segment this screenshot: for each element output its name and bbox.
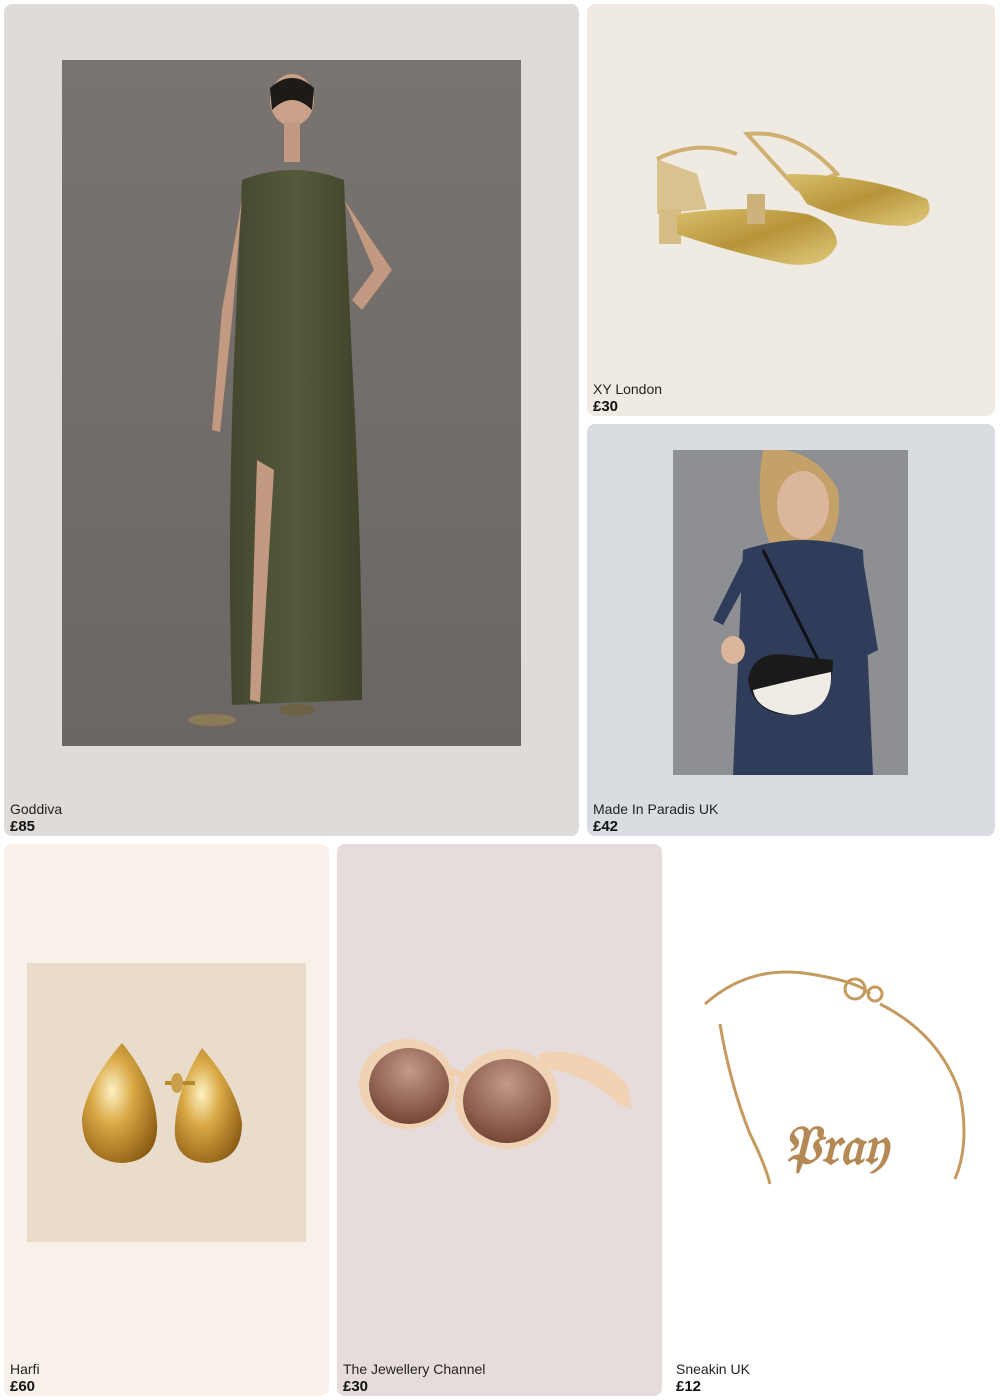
product-image <box>357 1024 642 1174</box>
product-image <box>637 114 947 284</box>
product-brand: Sneakin UK <box>676 1361 750 1377</box>
product-info: Harfi £60 <box>10 1361 40 1396</box>
bracelet-charm-glyph: 𝔓𝔯𝔞𝔶 <box>782 1113 891 1177</box>
product-price: £42 <box>593 818 619 835</box>
product-brand: Goddiva <box>10 801 63 817</box>
product-price: £12 <box>676 1378 702 1395</box>
product-card-the-jewellery-channel[interactable]: The Jewellery Channel £30 <box>337 844 662 1396</box>
product-price: £30 <box>593 398 619 415</box>
product-info: Sneakin UK £12 <box>676 1361 750 1396</box>
product-info: Goddiva £85 <box>10 801 62 836</box>
product-info: Made In Paradis UK £42 <box>593 801 718 836</box>
product-info: XY London £30 <box>593 381 662 416</box>
product-price: £85 <box>10 818 36 835</box>
product-brand: The Jewellery Channel <box>343 1361 486 1377</box>
product-card-goddiva[interactable]: Goddiva £85 <box>4 4 579 836</box>
product-price: £60 <box>10 1378 36 1395</box>
product-card-made-in-paradis-uk[interactable]: Made In Paradis UK £42 <box>587 424 995 836</box>
product-price: £30 <box>343 1378 369 1395</box>
product-info: The Jewellery Channel £30 <box>343 1361 485 1396</box>
product-image: 𝔓𝔯𝔞𝔶 <box>690 964 980 1244</box>
product-image <box>27 963 306 1242</box>
product-brand: Made In Paradis UK <box>593 801 719 817</box>
product-image <box>62 60 521 746</box>
product-card-harfi[interactable]: Harfi £60 <box>4 844 329 1396</box>
product-card-xy-london[interactable]: XY London £30 <box>587 4 995 416</box>
product-image <box>673 450 908 775</box>
product-brand: XY London <box>593 381 663 397</box>
product-brand: Harfi <box>10 1361 40 1377</box>
product-card-sneakin-uk[interactable]: 𝔓𝔯𝔞𝔶 Sneakin UK £12 <box>670 844 995 1396</box>
